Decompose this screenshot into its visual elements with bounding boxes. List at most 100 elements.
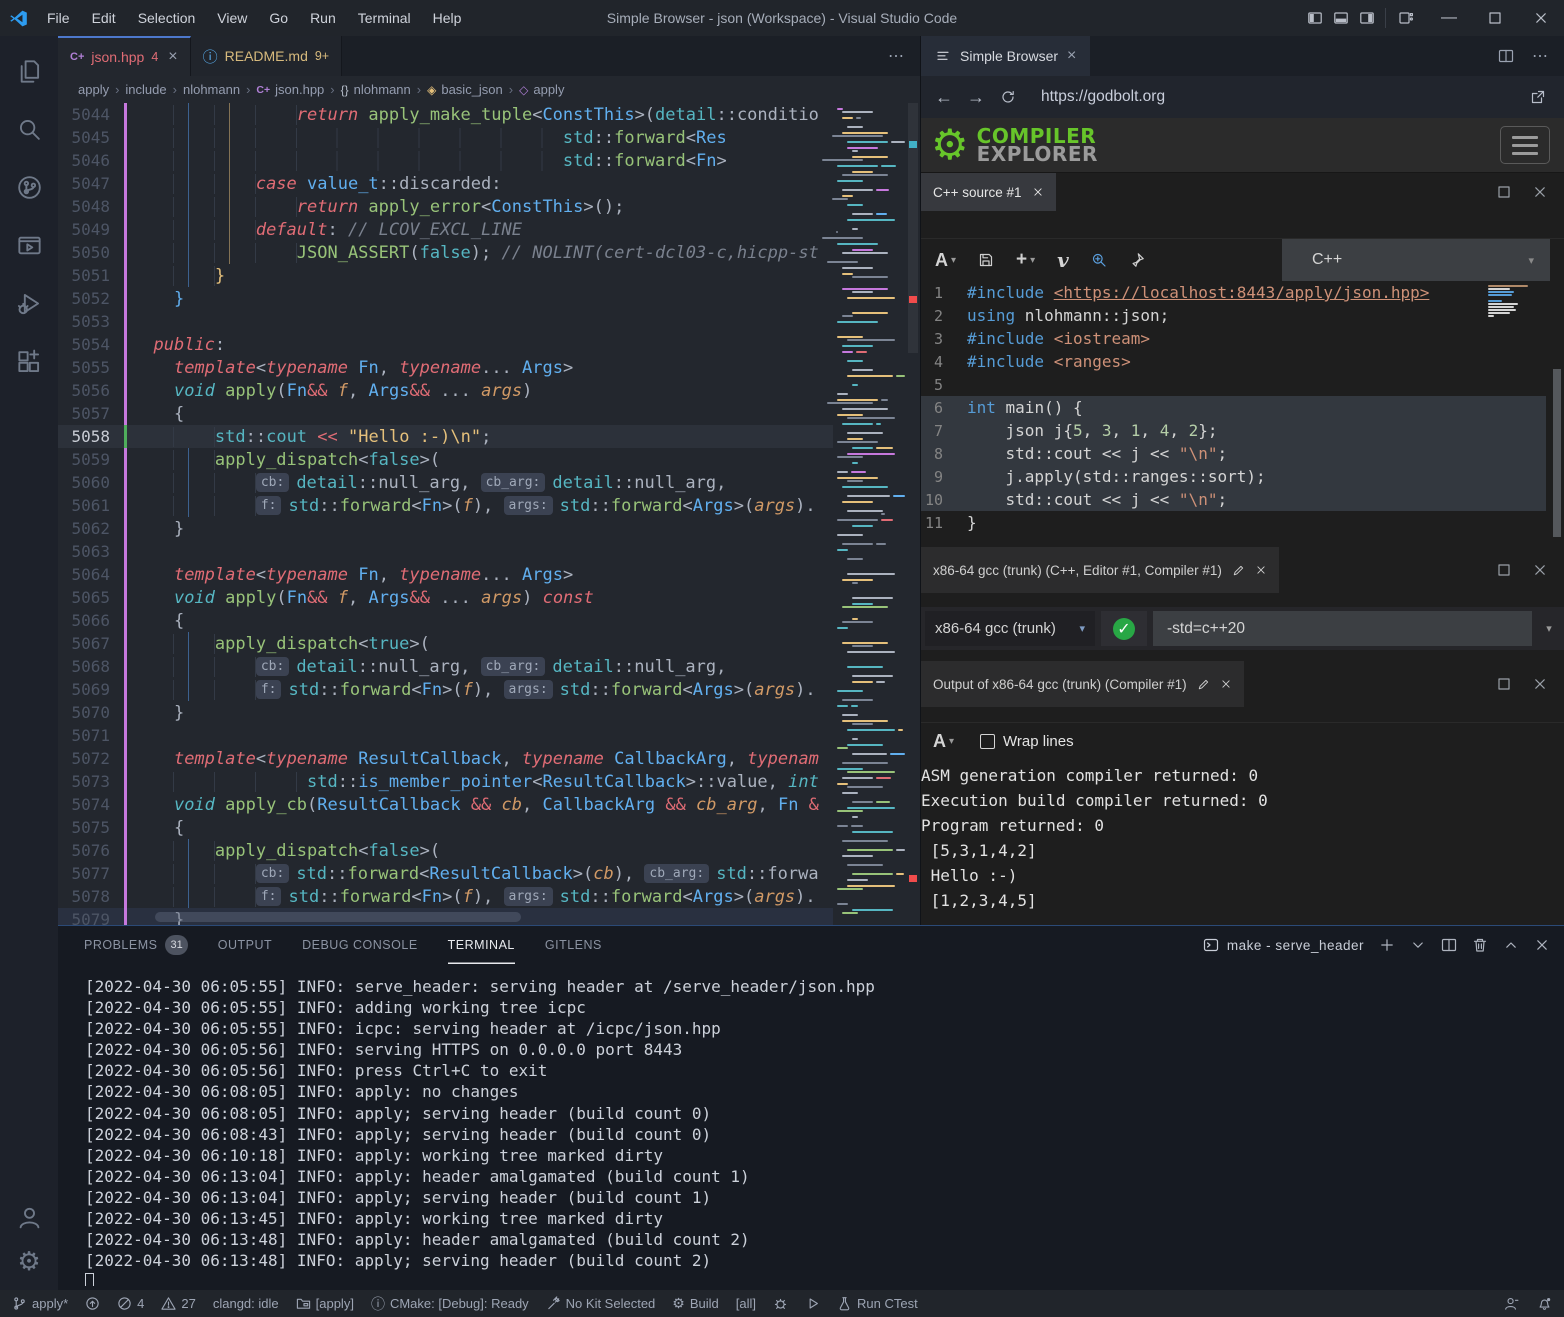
compiler-select[interactable]: x86-64 gcc (trunk) ▾ (925, 611, 1095, 646)
close-icon[interactable] (1032, 186, 1044, 198)
status-cmake-target[interactable]: [all] (736, 1296, 756, 1311)
chevron-down-icon[interactable]: ▾ (1538, 622, 1560, 635)
back-icon[interactable]: ← (929, 82, 959, 112)
hamburger-menu-icon[interactable] (1500, 126, 1550, 164)
wrap-lines-checkbox[interactable] (980, 734, 995, 749)
maximize-panel-icon[interactable] (1503, 937, 1519, 953)
close-pane-icon[interactable] (1532, 562, 1548, 578)
pin-icon[interactable] (1129, 252, 1145, 268)
split-editor-icon[interactable] (1498, 48, 1514, 64)
menu-help[interactable]: Help (422, 0, 473, 36)
font-size-button[interactable]: A▾ (935, 250, 956, 271)
code-line[interactable]: 5050 JSON_ASSERT(false); // NOLINT(cert-… (58, 241, 833, 264)
toggle-sidebar-icon[interactable] (1307, 10, 1323, 26)
code-line[interactable]: 5049 default: // LCOV_EXCL_LINE (58, 218, 833, 241)
status-cmake-kit[interactable]: No Kit Selected (546, 1296, 656, 1311)
save-icon[interactable] (978, 252, 994, 268)
menu-run[interactable]: Run (299, 0, 347, 36)
code-line[interactable]: 5052 } (58, 287, 833, 310)
ce-code-line[interactable]: 1#include <https://localhost:8443/apply/… (921, 281, 1546, 304)
status-clangd-status[interactable]: clangd: idle (213, 1296, 279, 1311)
close-pane-icon[interactable] (1532, 676, 1548, 692)
ce-code-line[interactable]: 4#include <ranges> (921, 350, 1546, 373)
code-line[interactable]: 5077 cb:std::forward<ResultCallback>(cb)… (58, 862, 833, 885)
status-active-folder[interactable]: [apply] (296, 1296, 354, 1311)
kill-terminal-icon[interactable] (1472, 937, 1488, 953)
more-actions-icon[interactable]: ⋯ (1532, 46, 1548, 66)
font-size-button[interactable]: A▾ (933, 731, 954, 752)
status-errors[interactable]: 4 (117, 1296, 144, 1311)
ce-code-line[interactable]: 6int main() { (921, 396, 1546, 419)
code-line[interactable]: 5072 template<typename ResultCallback, t… (58, 747, 833, 770)
code-line[interactable]: 5067 apply_dispatch<true>( (58, 632, 833, 655)
account-icon[interactable] (17, 1205, 42, 1230)
code-line[interactable]: 5073 std::is_member_pointer<ResultCallba… (58, 770, 833, 793)
panel-tab-terminal[interactable]: TERMINAL (448, 926, 515, 964)
ce-scrollbar[interactable] (1553, 369, 1561, 537)
source-control-icon[interactable] (0, 162, 58, 212)
code-line[interactable]: 5051 } (58, 264, 833, 287)
tab-simple-browser[interactable]: Simple Browser × (921, 36, 1090, 76)
explorer-icon[interactable] (0, 46, 58, 96)
menu-selection[interactable]: Selection (127, 0, 207, 36)
toggle-panel-icon[interactable] (1333, 10, 1349, 26)
breadcrumb-item-apply[interactable]: ◇apply (519, 82, 564, 97)
status-sync[interactable] (85, 1296, 100, 1311)
settings-gear-icon[interactable]: ⚙ (17, 1248, 40, 1274)
breadcrumb-item-apply[interactable]: apply (78, 82, 109, 97)
breadcrumb-item-nlohmann[interactable]: {}nlohmann (341, 82, 411, 97)
code-line[interactable]: 5056 void apply(Fn&& f, Args&& ... args) (58, 379, 833, 402)
status-run-ctest[interactable]: Run CTest (837, 1296, 918, 1311)
ce-code-lines[interactable]: 1#include <https://localhost:8443/apply/… (921, 281, 1564, 534)
editor-horizontal-scrollbar[interactable] (155, 912, 521, 922)
ce-code-line[interactable]: 8 std::cout << j << "\n"; (921, 442, 1546, 465)
breadcrumb-item-include[interactable]: include (125, 82, 166, 97)
editor-vertical-scrollbar[interactable] (906, 103, 920, 925)
code-line[interactable]: 5060 cb:detail::null_arg, cb_arg:detail:… (58, 471, 833, 494)
add-pane-button[interactable]: +▾ (1016, 249, 1035, 271)
code-line[interactable]: 5062 } (58, 517, 833, 540)
terminal-output[interactable]: [2022-04-30 06:05:55] INFO: serve_header… (85, 976, 1556, 1286)
ce-code-line[interactable]: 9 j.apply(std::ranges::sort); (921, 465, 1546, 488)
code-line[interactable]: 5071 (58, 724, 833, 747)
code-line[interactable]: 5074 void apply_cb(ResultCallback && cb,… (58, 793, 833, 816)
panel-tab-output[interactable]: OUTPUT (218, 926, 272, 964)
ce-code-line[interactable]: 10 std::cout << j << "\n"; (921, 488, 1546, 511)
compiler-options-input[interactable]: -std=c++20 (1153, 611, 1532, 646)
terminal-instance[interactable]: make - serve_header (1203, 937, 1364, 953)
status-notifications[interactable] (1537, 1296, 1552, 1311)
ce-code-line[interactable]: 7 json j{5, 3, 1, 4, 2}; (921, 419, 1546, 442)
code-line[interactable]: 5065 void apply(Fn&& f, Args&& ... args)… (58, 586, 833, 609)
code-line[interactable]: 5057 { (58, 402, 833, 425)
reload-icon[interactable] (993, 82, 1023, 112)
maximize-pane-icon[interactable] (1496, 676, 1512, 692)
tab-readme-md[interactable]: ⓘ README.md 9+ (191, 36, 343, 76)
code-line[interactable]: 5076 apply_dispatch<false>( (58, 839, 833, 862)
run-debug-icon[interactable] (0, 278, 58, 328)
search-icon[interactable] (0, 104, 58, 154)
close-window-button[interactable] (1518, 0, 1564, 36)
split-terminal-icon[interactable] (1441, 937, 1457, 953)
maximize-pane-icon[interactable] (1496, 562, 1512, 578)
toggle-secondary-sidebar-icon[interactable] (1359, 10, 1375, 26)
extensions-icon[interactable] (0, 336, 58, 386)
editor-code-lines[interactable]: 5044 return apply_make_tuple<ConstThis>(… (58, 103, 833, 925)
customize-layout-icon[interactable] (1386, 10, 1426, 26)
code-line[interactable]: 5061 f:std::forward<Fn>(f), args:std::fo… (58, 494, 833, 517)
ce-source-tab[interactable]: C++ source #1 (921, 173, 1056, 211)
menu-file[interactable]: File (36, 0, 81, 36)
status-cmake-run[interactable] (805, 1296, 820, 1311)
code-line[interactable]: 5063 (58, 540, 833, 563)
code-line[interactable]: 5048 return apply_error<ConstThis>(); (58, 195, 833, 218)
code-line[interactable]: 5069 f:std::forward<Fn>(f), args:std::fo… (58, 678, 833, 701)
terminal-dropdown-icon[interactable] (1410, 937, 1426, 953)
language-select[interactable]: C++ ▾ (1282, 239, 1550, 281)
ce-code-line[interactable]: 11} (921, 511, 1546, 534)
forward-icon[interactable]: → (961, 82, 991, 112)
panel-tab-gitlens[interactable]: GITLENS (545, 926, 602, 964)
minimap[interactable] (833, 103, 905, 925)
menu-edit[interactable]: Edit (81, 0, 127, 36)
cmake-panel-icon[interactable] (0, 220, 58, 270)
code-line[interactable]: 5059 apply_dispatch<false>( (58, 448, 833, 471)
code-line[interactable]: 5078 f:std::forward<Fn>(f), args:std::fo… (58, 885, 833, 908)
